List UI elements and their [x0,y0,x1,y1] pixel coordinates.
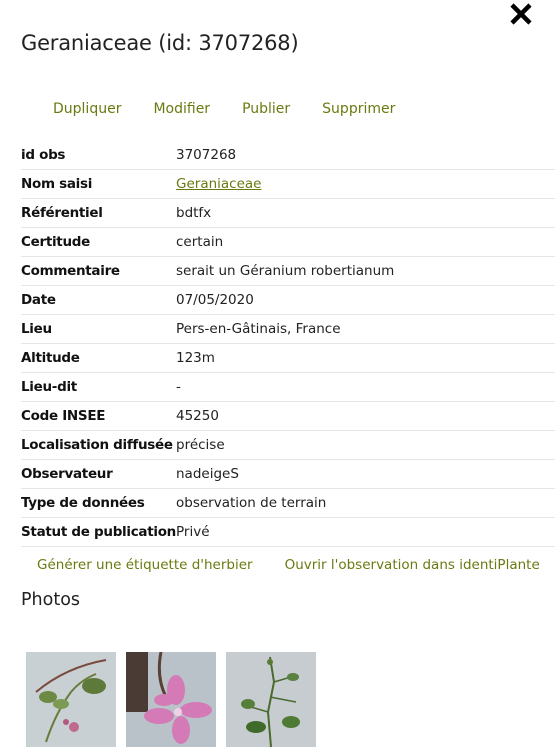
photo-thumbnail[interactable] [26,652,116,747]
detail-label: Référentiel [21,198,176,228]
detail-row: Lieu Pers-en-Gâtinais, France [21,314,555,344]
duplicate-button[interactable]: Dupliquer [53,101,121,117]
page-title: Geraniaceae (id: 3707268) [21,31,299,55]
publish-button[interactable]: Publier [242,101,290,117]
detail-label: Nom saisi [21,169,176,199]
delete-button[interactable]: Supprimer [322,101,395,117]
detail-value: serait un Géranium robertianum [176,256,555,286]
detail-value: 07/05/2020 [176,285,555,315]
detail-label: Observateur [21,459,176,489]
detail-row: Lieu-dit - [21,372,555,402]
detail-label: Lieu-dit [21,372,176,402]
detail-label: Code INSEE [21,401,176,431]
generate-herbarium-label-link[interactable]: Générer une étiquette d'herbier [37,557,253,573]
detail-label: Type de données [21,488,176,518]
detail-row: Type de données observation de terrain [21,488,555,518]
detail-value: nadeigeS [176,459,555,489]
detail-row: Date 07/05/2020 [21,285,555,315]
detail-label: Altitude [21,343,176,373]
detail-label: Commentaire [21,256,176,286]
photo-gallery [26,652,326,747]
detail-value: 3707268 [176,141,555,170]
detail-label: Certitude [21,227,176,257]
observation-details-table: id obs 3707268 Nom saisi Geraniaceae Réf… [21,141,555,547]
detail-row: Code INSEE 45250 [21,401,555,431]
detail-value: observation de terrain [176,488,555,518]
detail-row: Localisation diffusée précise [21,430,555,460]
detail-row: Nom saisi Geraniaceae [21,169,555,199]
detail-label: Localisation diffusée [21,430,176,460]
detail-value: certain [176,227,555,257]
detail-row: Référentiel bdtfx [21,198,555,228]
detail-label: Statut de publication [21,517,176,547]
taxon-name-link[interactable]: Geraniaceae [176,176,261,192]
edit-button[interactable]: Modifier [153,101,210,117]
detail-value: Geraniaceae [176,169,555,199]
close-icon[interactable] [507,0,535,28]
detail-row: Statut de publication Privé [21,517,555,547]
detail-value: 45250 [176,401,555,431]
detail-value: bdtfx [176,198,555,228]
open-in-identiplante-link[interactable]: Ouvrir l'observation dans identiPlante [285,557,540,573]
detail-value: Pers-en-Gâtinais, France [176,314,555,344]
extra-links: Générer une étiquette d'herbier Ouvrir l… [37,557,555,573]
photos-heading: Photos [21,590,81,610]
action-bar: Dupliquer Modifier Publier Supprimer [53,101,395,117]
detail-row: id obs 3707268 [21,141,555,170]
photo-thumbnail[interactable] [226,652,316,747]
detail-row: Commentaire serait un Géranium robertian… [21,256,555,286]
detail-value: 123m [176,343,555,373]
detail-row: Altitude 123m [21,343,555,373]
detail-value: Privé [176,517,555,547]
detail-label: id obs [21,141,176,170]
detail-value: - [176,372,555,402]
detail-label: Date [21,285,176,315]
detail-label: Lieu [21,314,176,344]
detail-row: Certitude certain [21,227,555,257]
detail-value: précise [176,430,555,460]
photo-thumbnail[interactable] [126,652,216,747]
detail-row: Observateur nadeigeS [21,459,555,489]
